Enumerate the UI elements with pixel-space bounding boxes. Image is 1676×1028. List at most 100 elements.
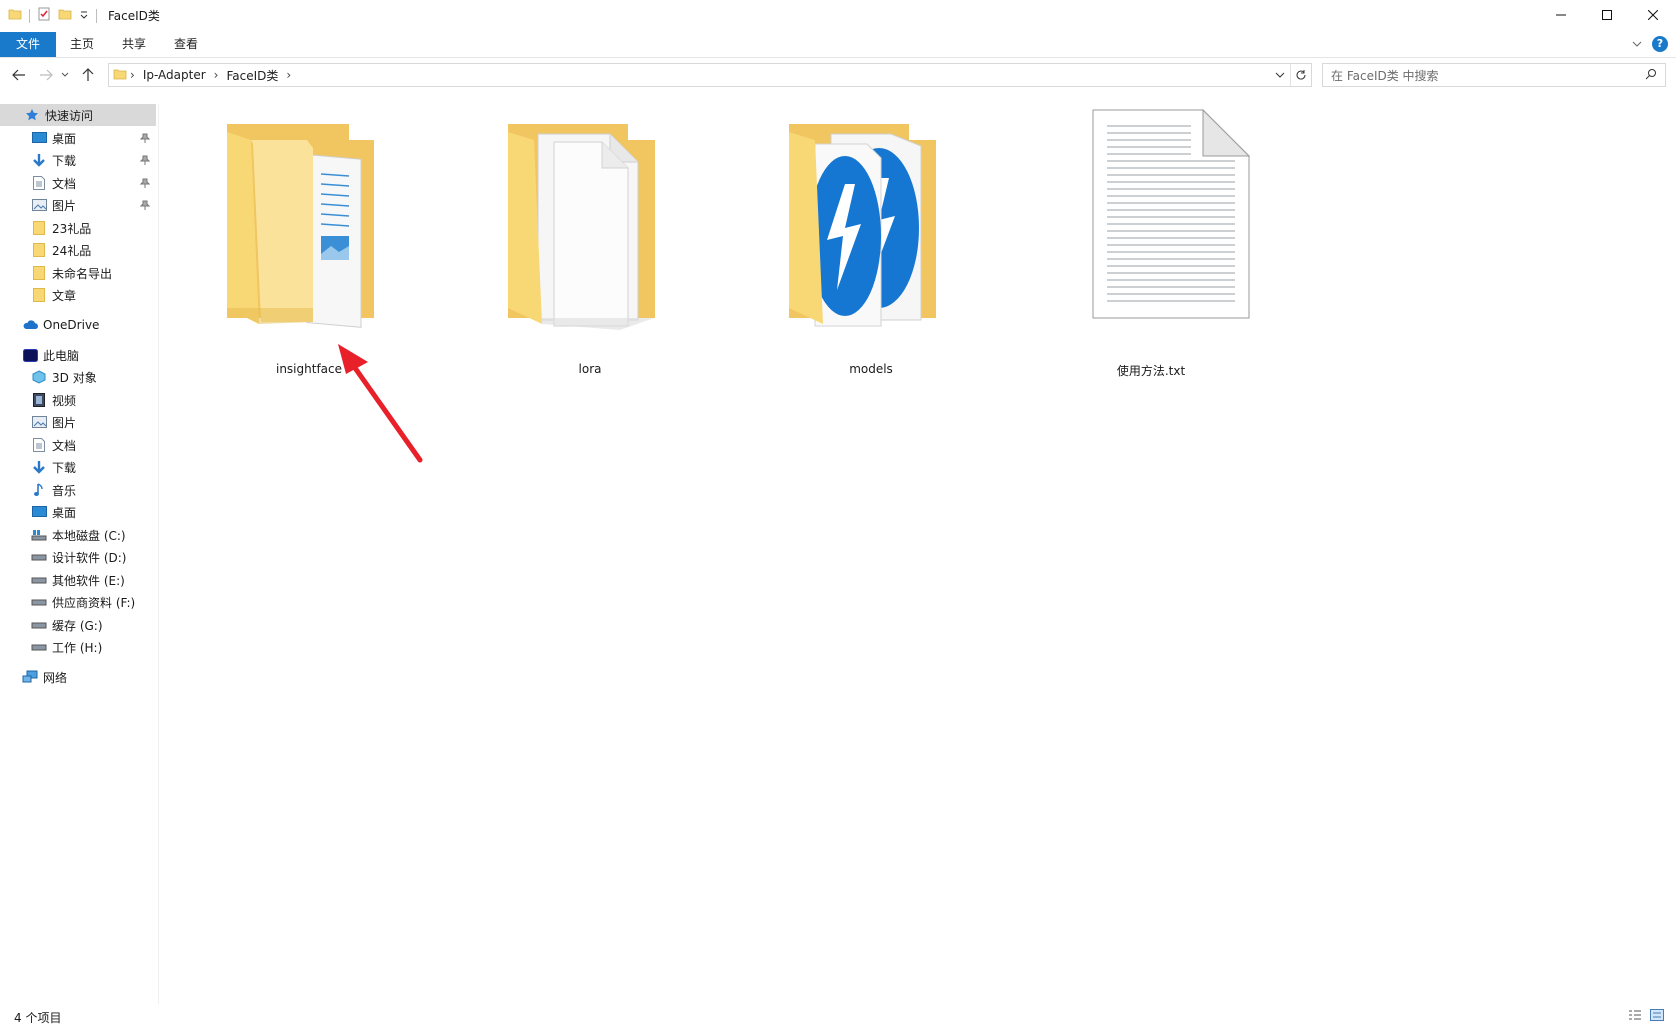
close-button[interactable] [1630,0,1676,30]
ribbon: 文件 主页 共享 查看 ? [0,32,1676,58]
new-folder-icon[interactable] [58,7,72,24]
customize-toolbar-icon[interactable] [79,9,89,23]
sidebar-item-folder[interactable]: 24礼品 [0,239,156,261]
title-bar: FaceID类 [0,0,1676,32]
sidebar-item-desktop[interactable]: 桌面 [0,501,156,523]
sidebar-item-drive-e[interactable]: 其他软件 (E:) [0,569,156,591]
sidebar-item-music[interactable]: 音乐 [0,479,156,501]
tab-view[interactable]: 查看 [160,32,212,57]
sidebar-item-downloads[interactable]: 下载 [0,456,156,478]
sidebar-item-drive-f[interactable]: 供应商资料 (F:) [0,591,156,613]
picture-icon [31,197,47,213]
minimize-icon [1556,14,1566,16]
up-button[interactable] [79,66,97,84]
sidebar-item-drive-c[interactable]: 本地磁盘 (C:) [0,524,156,546]
address-bar[interactable]: › Ip-Adapter › FaceID类 › [108,63,1312,87]
sidebar-item-pictures[interactable]: 图片 [0,194,156,216]
divider [29,8,30,23]
file-item-lora[interactable]: lora [490,104,690,376]
file-list: insightface lora models 使用方法.txt [159,104,1676,1004]
help-icon[interactable]: ? [1652,36,1668,52]
document-icon [31,437,47,453]
chevron-down-icon [61,72,69,77]
pin-icon[interactable] [139,177,151,191]
minimize-button[interactable] [1538,0,1584,30]
breadcrumb-ip-adapter[interactable]: Ip-Adapter [138,68,211,82]
sidebar-item-drive-d[interactable]: 设计软件 (D:) [0,546,156,568]
navigation-pane: 快速访问 桌面 下载 文档 图片 23礼品 24礼品 未命名导出 文章 OneD… [0,104,159,1004]
search-icon[interactable] [1645,68,1665,83]
refresh-button[interactable] [1290,64,1311,86]
file-name: lora [578,362,602,376]
sidebar-item-folder[interactable]: 未命名导出 [0,262,156,284]
recent-locations-button[interactable] [60,66,70,84]
search-box[interactable]: 在 FaceID类 中搜索 [1322,63,1666,87]
sidebar-item-pictures[interactable]: 图片 [0,411,156,433]
network-icon [22,669,38,685]
forward-button[interactable] [37,66,55,84]
chevron-right-icon[interactable]: › [211,68,222,82]
search-input[interactable]: 在 FaceID类 中搜索 [1323,67,1645,84]
maximize-icon [1602,10,1612,20]
drive-icon [31,572,47,588]
sidebar-item-videos[interactable]: 视频 [0,389,156,411]
back-button[interactable] [10,66,28,84]
sidebar-item-this-pc[interactable]: 此电脑 [0,344,156,366]
sidebar-item-label: 图片 [52,415,77,430]
chevron-right-icon[interactable]: › [127,68,138,82]
file-item-text[interactable]: 使用方法.txt [1051,104,1251,378]
tab-home[interactable]: 主页 [56,32,108,57]
pin-icon[interactable] [139,132,151,146]
sidebar-item-label: 快速访问 [45,108,94,123]
sidebar-item-drive-g[interactable]: 缓存 (G:) [0,614,156,636]
sidebar-item-desktop[interactable]: 桌面 [0,127,156,149]
breadcrumb-faceid[interactable]: FaceID类 [221,67,283,84]
folder-icon [508,124,655,330]
sidebar-item-label: 24礼品 [52,243,92,258]
folder-icon [789,124,936,327]
properties-icon[interactable] [37,7,51,24]
item-count: 4 个项目 [14,1011,62,1025]
picture-icon [31,414,47,430]
sidebar-item-drive-h[interactable]: 工作 (H:) [0,636,156,658]
maximize-button[interactable] [1584,0,1630,30]
file-item-insightface[interactable]: insightface [209,104,409,376]
arrow-left-icon [12,69,25,81]
sidebar-item-label: 缓存 (G:) [52,618,103,633]
refresh-icon [1296,70,1306,80]
sidebar-item-folder[interactable]: 文章 [0,284,156,306]
folder-icon [31,220,47,236]
address-history-button[interactable] [1270,71,1290,79]
sidebar-item-documents[interactable]: 文档 [0,172,156,194]
desktop-icon [31,130,47,146]
tab-file[interactable]: 文件 [0,32,57,57]
chevron-right-icon[interactable]: › [283,68,294,82]
sidebar-item-folder[interactable]: 23礼品 [0,217,156,239]
close-icon [1648,10,1658,20]
sidebar-item-downloads[interactable]: 下载 [0,149,156,171]
file-item-models[interactable]: models [771,104,971,376]
desktop-icon [31,504,47,520]
expand-ribbon-icon[interactable] [1632,37,1642,51]
sidebar-item-onedrive[interactable]: OneDrive [0,314,156,336]
sidebar-item-3d-objects[interactable]: 3D 对象 [0,366,156,388]
drive-icon [31,639,47,655]
chevron-down-icon [1275,72,1285,78]
sidebar-item-documents[interactable]: 文档 [0,434,156,456]
pin-icon[interactable] [139,199,151,213]
download-icon [31,459,47,475]
sidebar-item-label: OneDrive [43,318,100,332]
cube-icon [31,369,47,385]
tab-share[interactable]: 共享 [108,32,160,57]
document-icon [31,175,47,191]
sidebar-item-label: 工作 (H:) [52,640,103,655]
details-view-icon[interactable] [1628,1009,1642,1024]
film-icon [31,392,47,408]
sidebar-item-network[interactable]: 网络 [0,666,156,688]
pin-icon[interactable] [139,154,151,168]
large-icons-view-icon[interactable] [1650,1009,1664,1024]
sidebar-item-quick-access[interactable]: 快速访问 [0,104,156,126]
folder-icon [31,265,47,281]
sidebar-item-label: 其他软件 (E:) [52,573,125,588]
folder-icon [31,242,47,258]
